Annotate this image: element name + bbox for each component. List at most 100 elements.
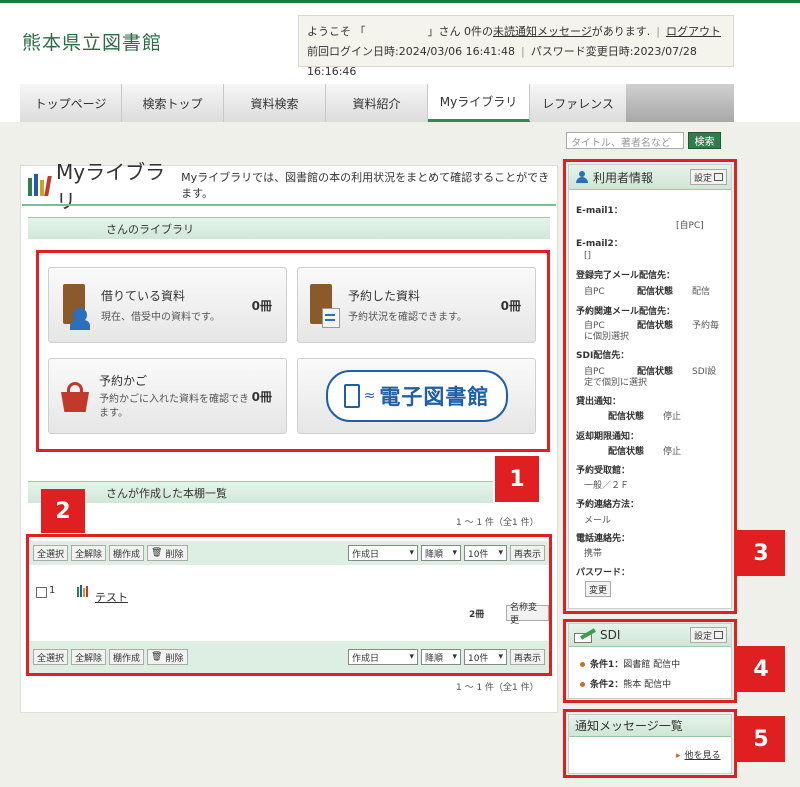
pencil-icon [574, 628, 596, 643]
tab-material-search[interactable]: 資料検索 [224, 84, 326, 122]
due-notice-label: 返却期限通知： [576, 432, 640, 442]
top-accent-line [0, 0, 800, 3]
shelf-books-icon [77, 585, 88, 597]
shelf-toolbar-bottom: 全選択 全解除 棚作成 🗑 削除 作成日 ▾ 降順 ▾ 10件 ▾ 再表示 [29, 641, 549, 673]
per-page-select-bottom[interactable]: 10件 ▾ [463, 649, 507, 665]
sdi-settings-button[interactable]: 設定 [689, 627, 727, 643]
reserved-card[interactable]: 予約した資料 予約状況を確認できます。 0冊 [297, 267, 536, 343]
delete-button[interactable]: 🗑 削除 [147, 545, 188, 561]
per-page-select[interactable]: 10件 ▾ [463, 545, 507, 561]
order-select[interactable]: 降順 ▾ [420, 545, 461, 561]
borrowed-card[interactable]: 借りている資料 現在、借受中の資料です。 0冊 [48, 267, 287, 343]
borrowed-count: 0冊 [251, 298, 272, 313]
shelf-name-link[interactable]: テスト [95, 589, 128, 605]
ebook-library-card[interactable]: ≈ 電子図書館 [297, 358, 536, 434]
sdi-condition-2[interactable]: 条件2：熊本 配信中 [580, 677, 671, 690]
chevron-down-icon: ▾ [498, 652, 503, 662]
phone-label: 電話連絡先： [576, 534, 631, 544]
per-page-value: 10件 [467, 549, 489, 560]
due-notice-col2: 停止 [663, 447, 682, 457]
badge-4: 4 [737, 646, 785, 692]
user-settings-button[interactable]: 設定 [689, 169, 727, 185]
trash-icon: 🗑 [151, 548, 163, 558]
header-divider [22, 204, 556, 206]
tab-my-library[interactable]: Myライブラリ [428, 84, 530, 122]
sdi-settings-label: 設定 [693, 631, 712, 642]
shelf-count: 2冊 [469, 610, 485, 620]
deselect-all-button-bottom[interactable]: 全解除 [71, 649, 107, 665]
sort-select[interactable]: 作成日 ▾ [347, 545, 418, 561]
shelf-checkbox[interactable] [36, 587, 47, 598]
reg-mail-label: 登録完了メール配信先： [576, 271, 676, 281]
res-mail-col3: 予約毎 [692, 321, 720, 331]
site-title[interactable]: 熊本県立図書館 [22, 28, 162, 55]
page-description: Myライブラリでは、図書館の本の利用状況をまとめて確認することができます。 [181, 171, 550, 200]
wave-icon: ≈ [363, 388, 376, 404]
notices-more-link[interactable]: ▸ 他を見る [676, 748, 721, 761]
shelf-toolbar-top: 全選択 全解除 棚作成 🗑 削除 作成日 ▾ 降順 ▾ 10件 ▾ 再表示 [29, 541, 549, 565]
tab-top-page[interactable]: トップページ [20, 84, 122, 122]
order-select-bottom[interactable]: 降順 ▾ [420, 649, 461, 665]
sort-select-bottom[interactable]: 作成日 ▾ [347, 649, 418, 665]
trash-icon: 🗑 [151, 652, 163, 662]
password-change-button[interactable]: 変更 [585, 581, 611, 597]
reserved-books-icon [310, 280, 340, 330]
email1-value: [自PC] [676, 221, 704, 231]
email2-value: [] [584, 251, 592, 261]
order-value: 降順 [424, 549, 443, 560]
welcome-mid: 」さん 0件の [427, 25, 494, 38]
tab-reference[interactable]: レファレンス [530, 84, 626, 122]
main-nav: トップページ 検索トップ 資料検索 資料紹介 Myライブラリ レファレンス [20, 84, 734, 122]
order-value: 降順 [424, 653, 443, 664]
create-shelf-button[interactable]: 棚作成 [109, 545, 145, 561]
select-all-button[interactable]: 全選択 [33, 545, 69, 561]
redisplay-button[interactable]: 再表示 [509, 545, 545, 561]
pickup-label: 予約受取館： [576, 466, 631, 476]
notices-more-label: 他を見る [684, 751, 721, 761]
deselect-all-button[interactable]: 全解除 [71, 545, 107, 561]
redisplay-button-bottom[interactable]: 再表示 [509, 649, 545, 665]
cart-card[interactable]: 予約かご 予約かごに入れた資料を確認できます。 0冊 [48, 358, 287, 434]
reserved-sub: 予約状況を確認できます。 [348, 312, 467, 323]
badge-2: 2 [41, 489, 85, 533]
tab-search-top[interactable]: 検索トップ [122, 84, 224, 122]
basket-icon [61, 376, 91, 416]
logout-link[interactable]: ログアウト [666, 25, 721, 38]
chevron-down-icon: ▾ [452, 548, 457, 558]
email1-label: E-mail1： [576, 206, 623, 216]
phone-value: 携帯 [584, 549, 603, 559]
sort-value: 作成日 [351, 653, 379, 664]
books-icon [28, 174, 52, 196]
last-login-time: 前回ログイン日時:2024/03/06 16:41:48 [307, 45, 516, 58]
welcome-pre: ようこそ 「 [307, 25, 366, 38]
password-label: パスワード： [576, 568, 631, 578]
sdi-condition-2-label: 条件2： [590, 680, 624, 690]
rename-button[interactable]: 名称変更 [506, 603, 549, 626]
create-shelf-button-bottom[interactable]: 棚作成 [109, 649, 145, 665]
email2-label: E-mail2： [576, 239, 623, 249]
window-icon [714, 173, 723, 181]
sdi-title: SDI [600, 628, 621, 642]
badge-1: 1 [495, 456, 539, 502]
tab-material-intro[interactable]: 資料紹介 [326, 84, 428, 122]
window-icon [714, 631, 723, 639]
shelf-section-title: さんが作成した本棚一覧 [106, 486, 227, 500]
select-all-button-bottom[interactable]: 全選択 [33, 649, 69, 665]
sdi-dest-col3: SDI設 [692, 367, 717, 377]
delete-button-bottom[interactable]: 🗑 削除 [147, 649, 188, 665]
search-input[interactable]: タイトル、著者名など [566, 132, 684, 149]
unread-messages-link[interactable]: 未読通知メッセージ [493, 25, 592, 38]
borrowed-title: 借りている資料 [101, 289, 186, 303]
reg-mail-col2: 配信状態 [637, 287, 674, 297]
search-button[interactable]: 検索 [688, 132, 721, 149]
sdi-header: SDI 設定 [569, 624, 731, 647]
login-info-box: ようこそ 「」さん 0件の未読通知メッセージがあります. | ログアウト 前回ログイ… [298, 15, 734, 78]
sdi-condition-1[interactable]: 条件1：図書館 配信中 [580, 657, 680, 670]
delete-label: 削除 [165, 549, 184, 560]
loan-notice-label: 貸出通知： [576, 397, 622, 407]
contact-method-value: メール [584, 516, 612, 526]
sdi-condition-1-label: 条件1： [590, 660, 624, 670]
triangle-right-icon: ▸ [676, 751, 681, 761]
delete-label: 削除 [165, 653, 184, 664]
reg-mail-col3: 配信 [692, 287, 711, 297]
